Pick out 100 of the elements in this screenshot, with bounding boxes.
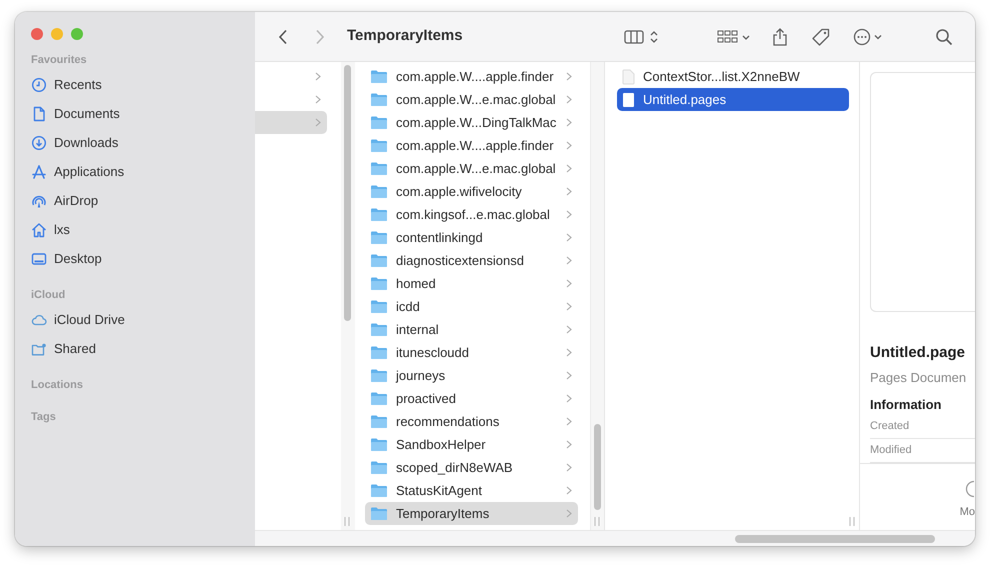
folder-icon [370,161,388,176]
chevron-icon [566,325,572,334]
chevron-icon [566,187,572,196]
sidebar-section-heading: Tags [31,410,56,425]
action-label[interactable]: Mo [960,504,975,520]
sidebar-item[interactable]: AirDrop [31,186,98,215]
file-list-row[interactable]: Untitled.pages [617,88,849,111]
folder-icon [370,299,388,314]
action-icon[interactable] [965,480,975,498]
file-list-row[interactable]: diagnosticextensionsd [365,249,578,272]
preview-subtitle: Pages Documen [870,368,966,387]
sidebar-section-heading: iCloud [31,288,66,303]
file-list-row[interactable]: com.kingsof...e.mac.global [365,203,578,226]
file-icon [622,68,635,84]
file-list-row[interactable]: journeys [365,364,578,387]
chevron-icon [566,417,572,426]
apps-icon [31,164,47,180]
folder-icon [370,414,388,429]
chevron-icon [566,164,572,173]
folder-icon [370,115,388,130]
clock-icon [31,76,47,92]
chevron-icon [315,72,321,81]
folder-icon [370,230,388,245]
document-icon [31,106,47,122]
tag-icon[interactable] [811,28,831,46]
chevron-icon [566,509,572,518]
file-list-row[interactable]: com.apple.W...e.mac.global [365,157,578,180]
folder-icon [370,184,388,199]
column-view-icon[interactable] [624,28,660,46]
file-list-row[interactable]: homed [365,272,578,295]
file-list-row[interactable]: com.apple.W....apple.finder [365,134,578,157]
folder-icon [370,207,388,222]
info-heading: Information [870,396,942,414]
file-list-row[interactable]: scoped_dirN8eWAB [365,456,578,479]
file-list-row[interactable]: com.apple.W....apple.finder [365,65,578,88]
chevron-icon [566,118,572,127]
file-icon [622,92,635,108]
folder-icon [370,276,388,291]
preview-title: Untitled.page [870,343,966,363]
file-list-row[interactable]: itunescloudd [365,341,578,364]
file-list-row[interactable]: TemporaryItems [365,502,578,525]
info-label: Created [870,418,910,434]
file-list-row[interactable]: com.apple.wifivelocity [365,180,578,203]
folder-icon [370,138,388,153]
chevron-icon [566,256,572,265]
folder-icon [370,506,388,521]
share-icon[interactable] [771,28,789,46]
folder-row[interactable] [255,111,327,134]
sidebar-item[interactable]: lxs [31,215,70,244]
info-label: Modified [870,442,912,458]
window-control-button[interactable] [31,28,43,40]
file-list-row[interactable]: proactived [365,387,578,410]
chevron-icon [566,486,572,495]
folder-icon [370,322,388,337]
sidebar-item[interactable]: Downloads [31,128,118,157]
file-list-row[interactable]: icdd [365,295,578,318]
file-list-row[interactable]: internal [365,318,578,341]
file-list-row[interactable]: ContextStor...list.X2nneBW [617,65,849,88]
folder-icon [370,391,388,406]
chevron-icon [315,118,321,127]
window-control-button[interactable] [51,28,63,40]
scrollbar-thumb[interactable] [344,65,351,321]
chevron-icon [566,371,572,380]
grid-view-icon[interactable] [717,28,751,46]
column-resize-handle[interactable] [849,517,855,526]
chevron-icon [566,394,572,403]
folder-icon [370,69,388,84]
sidebar-section-heading: Favourites [31,52,87,68]
sidebar-item[interactable]: iCloud Drive [31,305,125,334]
back-button[interactable] [278,28,288,44]
chevron-icon [566,95,572,104]
chevron-icon [566,463,572,472]
folder-icon [370,437,388,452]
shared-folder-icon [31,340,47,356]
file-list-row[interactable]: com.apple.W...DingTalkMac [365,111,578,134]
file-list-row[interactable]: SandboxHelper [365,433,578,456]
folder-icon [370,460,388,475]
chevron-icon [566,210,572,219]
folder-icon [370,483,388,498]
file-list-row[interactable]: com.apple.W...e.mac.global [365,88,578,111]
chevron-icon [566,348,572,357]
sidebar-item[interactable]: Desktop [31,244,102,273]
file-list-row[interactable]: contentlinkingd [365,226,578,249]
window-control-button[interactable] [71,28,83,40]
sidebar-item[interactable]: Shared [31,334,96,363]
column-resize-handle[interactable] [594,517,600,526]
window-title: TemporaryItems [347,26,463,46]
chevron-icon [566,440,572,449]
chevron-icon [566,72,572,81]
file-list-row[interactable]: StatusKitAgent [365,479,578,502]
chevron-icon [566,141,572,150]
sidebar-item[interactable]: Recents [31,70,102,99]
scrollbar-thumb[interactable] [735,535,935,543]
sidebar-item[interactable]: Documents [31,99,120,128]
sidebar-section-heading: Locations [31,378,83,393]
sidebar-item[interactable]: Applications [31,157,124,186]
search-icon[interactable] [935,28,953,46]
scrollbar-thumb[interactable] [594,424,601,510]
column-resize-handle[interactable] [344,517,350,526]
file-list-row[interactable]: recommendations [365,410,578,433]
